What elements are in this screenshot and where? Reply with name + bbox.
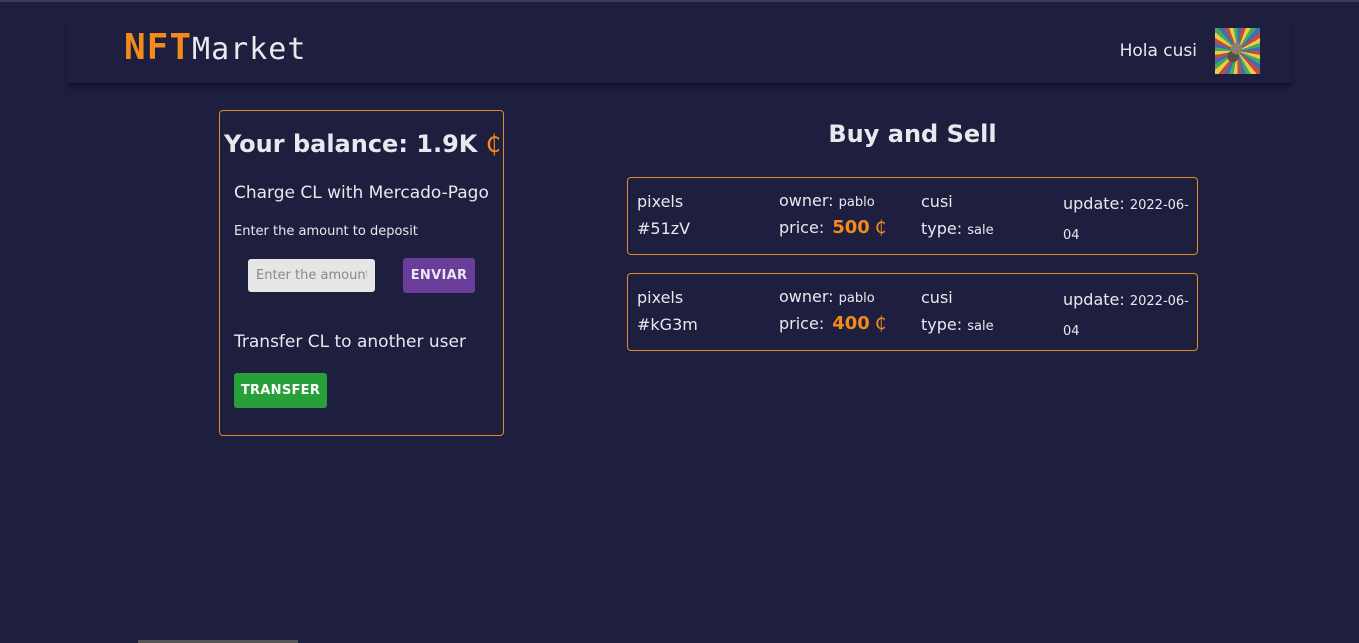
nft-update: update: 2022-06-04: [1063, 190, 1193, 250]
coin-icon: ₵: [874, 313, 887, 334]
coin-icon: ₵: [874, 217, 887, 238]
balance-panel: Your balance: 1.9K ₵ Charge CL with Merc…: [219, 110, 504, 436]
nft-user: cusi: [921, 288, 953, 307]
owner-value: pablo: [838, 291, 875, 306]
top-navbar: NFTMarket Hola cusi: [67, 22, 1291, 83]
price-value: 500: [832, 217, 870, 238]
send-button[interactable]: ENVIAR: [403, 258, 475, 293]
user-greeting: Hola cusi: [1119, 41, 1197, 61]
deposit-amount-input[interactable]: [248, 259, 375, 292]
nft-name: pixels: [637, 192, 684, 211]
price-value: 400: [832, 313, 870, 334]
charge-heading: Charge CL with Mercado-Pago: [234, 183, 489, 203]
nft-update-column: update: 2022-06-04: [1063, 178, 1193, 256]
nft-owner: owner: pablo: [779, 191, 875, 210]
nft-listing-card[interactable]: pixels #kG3m owner: pablo price: 400 ₵ cu…: [627, 273, 1198, 351]
type-label: type:: [921, 219, 963, 238]
nft-id: #kG3m: [637, 315, 698, 334]
window-top-border: [0, 0, 1359, 2]
site-logo[interactable]: NFTMarket: [124, 27, 306, 68]
nft-type: type: sale: [921, 315, 994, 334]
nft-price: price: 500 ₵: [779, 217, 886, 238]
balance-heading: Your balance: 1.9K ₵: [224, 130, 501, 158]
nft-listing-card[interactable]: pixels #51zV owner: pablo price: 500 ₵ cu…: [627, 177, 1198, 255]
coin-icon: ₵: [485, 130, 502, 158]
transfer-button[interactable]: TRANSFER: [234, 373, 327, 408]
type-label: type:: [921, 315, 963, 334]
owner-label: owner:: [779, 287, 834, 306]
nft-update: update: 2022-06-04: [1063, 286, 1193, 346]
nft-update-column: update: 2022-06-04: [1063, 274, 1193, 352]
owner-value: pablo: [838, 195, 875, 210]
transfer-heading: Transfer CL to another user: [234, 332, 466, 352]
deposit-label: Enter the amount to deposit: [234, 224, 418, 239]
update-label: update:: [1063, 290, 1125, 309]
balance-text: Your balance: 1.9K: [224, 130, 478, 158]
nft-id: #51zV: [637, 219, 691, 238]
nft-price: price: 400 ₵: [779, 313, 886, 334]
update-label: update:: [1063, 194, 1125, 213]
price-label: price:: [779, 218, 825, 237]
market-heading: Buy and Sell: [828, 120, 997, 148]
user-avatar[interactable]: [1215, 28, 1260, 74]
owner-label: owner:: [779, 191, 834, 210]
nft-owner: owner: pablo: [779, 287, 875, 306]
nft-name: pixels: [637, 288, 684, 307]
nft-user: cusi: [921, 192, 953, 211]
type-value: sale: [967, 223, 994, 238]
nft-type: type: sale: [921, 219, 994, 238]
type-value: sale: [967, 319, 994, 334]
price-label: price:: [779, 314, 825, 333]
logo-nft-text: NFT: [124, 27, 193, 68]
logo-market-text: Market: [192, 32, 307, 67]
